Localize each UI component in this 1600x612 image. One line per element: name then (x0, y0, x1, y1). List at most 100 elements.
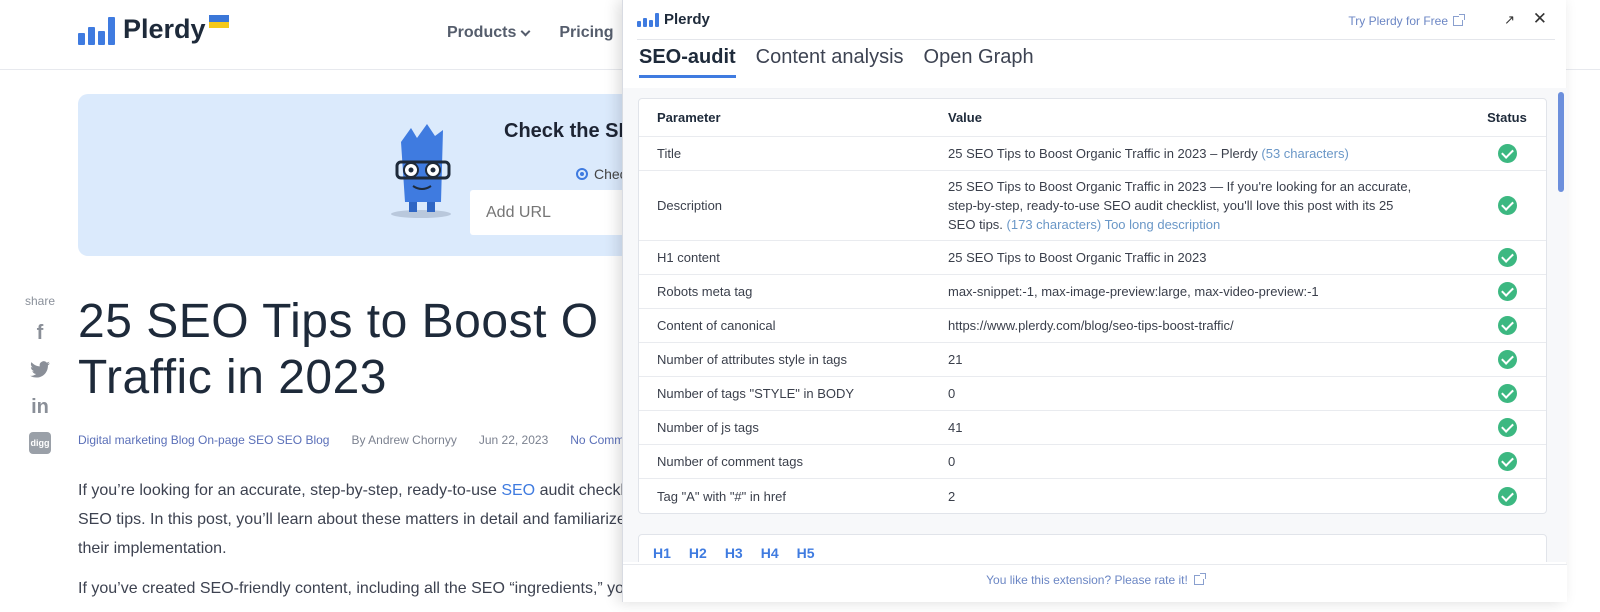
row-value: 25 SEO Tips to Boost Organic Traffic in … (948, 138, 1468, 169)
paragraph-text: audit checklis (535, 482, 636, 499)
try-plerdy-label: Try Plerdy for Free (1348, 14, 1448, 28)
row-status (1468, 196, 1546, 215)
rate-extension-link[interactable]: You like this extension? Please rate it! (623, 573, 1567, 587)
article-paragraph-1: If you’re looking for an accurate, step-… (78, 476, 638, 563)
headings-card: H1 H2 H3 H4 H5 (638, 534, 1547, 562)
row-parameter: Content of canonical (657, 318, 776, 333)
row-status (1468, 486, 1546, 506)
url-input[interactable] (470, 190, 638, 235)
tab-seo-audit[interactable]: SEO-audit (639, 46, 736, 78)
row-parameter: Number of attributes style in tags (657, 352, 848, 367)
value-text: 25 SEO Tips to Boost Organic Traffic in … (948, 146, 1258, 161)
linkedin-icon[interactable]: in (28, 395, 52, 419)
column-header-status: Status (1487, 110, 1527, 125)
table-row: H1 content 25 SEO Tips to Boost Organic … (639, 241, 1546, 275)
try-plerdy-link[interactable]: Try Plerdy for Free (1348, 14, 1465, 28)
paragraph-line: SEO tips. In this post, you’ll learn abo… (78, 511, 626, 528)
row-parameter: Title (657, 146, 682, 161)
table-row: Number of comment tags 0 (639, 445, 1546, 479)
radio-selected-icon (576, 168, 588, 180)
heading-tab-h5[interactable]: H5 (797, 545, 815, 561)
row-status (1468, 248, 1546, 267)
row-status (1468, 144, 1546, 163)
panel-brand: Plerdy (664, 11, 710, 28)
check-circle-icon (1497, 384, 1517, 403)
ukraine-flag-icon (208, 15, 229, 28)
row-parameter: Number of js tags (657, 420, 759, 435)
row-parameter: H1 content (657, 250, 720, 265)
facebook-icon[interactable]: f (28, 321, 52, 345)
scrollbar[interactable] (1558, 92, 1564, 192)
tab-content-analysis[interactable]: Content analysis (756, 46, 904, 78)
row-parameter: Number of tags "STYLE" in BODY (657, 386, 855, 401)
table-row: Number of attributes style in tags 21 (639, 343, 1546, 377)
seo-audit-table: Parameter Value Status Title 25 SEO Tips… (638, 98, 1547, 514)
column-header-value: Value (948, 110, 982, 125)
table-row: Tag "A" with "#" in href 2 (639, 479, 1546, 513)
panel-footer: You like this extension? Please rate it! (623, 564, 1567, 602)
table-row: Number of js tags 41 (639, 411, 1546, 445)
table-header-row: Parameter Value Status (639, 99, 1546, 137)
tab-open-graph[interactable]: Open Graph (924, 46, 1034, 78)
chevron-down-icon (520, 26, 531, 36)
row-parameter: Description (657, 198, 723, 213)
article-comments-link[interactable]: No Comm (570, 433, 624, 447)
seo-link[interactable]: SEO (501, 482, 535, 499)
share-label: share (24, 294, 56, 308)
logo-bars-icon (78, 15, 115, 45)
mascot-icon (391, 124, 451, 218)
row-parameter: Robots meta tag (657, 284, 753, 299)
article-categories[interactable]: Digital marketing Blog On-page SEO SEO B… (78, 433, 329, 447)
row-status (1468, 384, 1546, 403)
check-circle-icon (1497, 248, 1517, 267)
close-icon[interactable]: ✕ (1533, 9, 1547, 29)
row-value: 41 (948, 420, 963, 435)
heading-tab-h1[interactable]: H1 (653, 545, 671, 561)
nav-products-label: Products (447, 24, 517, 41)
pin-icon[interactable]: ↗ (1504, 12, 1515, 28)
check-circle-icon (1497, 350, 1517, 369)
row-status (1468, 282, 1546, 301)
digg-icon[interactable]: digg (29, 432, 51, 454)
article-date: Jun 22, 2023 (478, 433, 549, 447)
divider (637, 39, 1555, 40)
article-meta: Digital marketing Blog On-page SEO SEO B… (78, 433, 624, 447)
rate-extension-label: You like this extension? Please rate it! (986, 573, 1188, 587)
paragraph-line: their implementation. (78, 540, 227, 557)
check-circle-icon (1497, 316, 1517, 335)
check-radio[interactable]: Chec (576, 166, 627, 182)
check-circle-icon (1497, 486, 1517, 506)
row-status (1468, 452, 1546, 471)
row-status (1468, 316, 1546, 335)
logo-text: Plerdy (123, 14, 206, 44)
check-circle-icon (1497, 282, 1517, 301)
article-title: 25 SEO Tips to Boost O Traffic in 2023 (78, 294, 638, 406)
external-link-icon (1453, 14, 1465, 26)
value-note: (173 characters) Too long description (1006, 217, 1221, 232)
paragraph-text: If you’re looking for an accurate, step-… (78, 482, 502, 499)
twitter-icon[interactable] (28, 358, 52, 382)
table-row: Description 25 SEO Tips to Boost Organic… (639, 171, 1546, 241)
heading-tab-h4[interactable]: H4 (761, 545, 779, 561)
table-row: Robots meta tag max-snippet:-1, max-imag… (639, 275, 1546, 309)
check-circle-icon (1497, 144, 1517, 163)
heading-tabs: H1 H2 H3 H4 H5 (653, 545, 815, 561)
table-row: Number of tags "STYLE" in BODY 0 (639, 377, 1546, 411)
value-note: (53 characters) (1261, 146, 1349, 161)
main-nav: Products Pricing (447, 24, 614, 42)
panel-logo: Plerdy (637, 11, 710, 28)
heading-tab-h3[interactable]: H3 (725, 545, 743, 561)
nav-products[interactable]: Products (447, 24, 531, 42)
row-value: 25 SEO Tips to Boost Organic Traffic in … (948, 171, 1468, 240)
audit-scroll-area[interactable]: Parameter Value Status Title 25 SEO Tips… (623, 88, 1567, 562)
row-status (1468, 350, 1546, 369)
nav-pricing[interactable]: Pricing (559, 24, 613, 42)
logo-bars-icon (637, 12, 659, 27)
row-value: https://www.plerdy.com/blog/seo-tips-boo… (948, 318, 1234, 333)
column-header-parameter: Parameter (657, 110, 721, 125)
article-title-line2: Traffic in 2023 (78, 351, 387, 404)
site-logo[interactable]: Plerdy (78, 14, 229, 45)
row-value: 0 (948, 454, 956, 469)
heading-tab-h2[interactable]: H2 (689, 545, 707, 561)
panel-header: Plerdy Try Plerdy for Free ↗ ✕ (623, 0, 1567, 40)
